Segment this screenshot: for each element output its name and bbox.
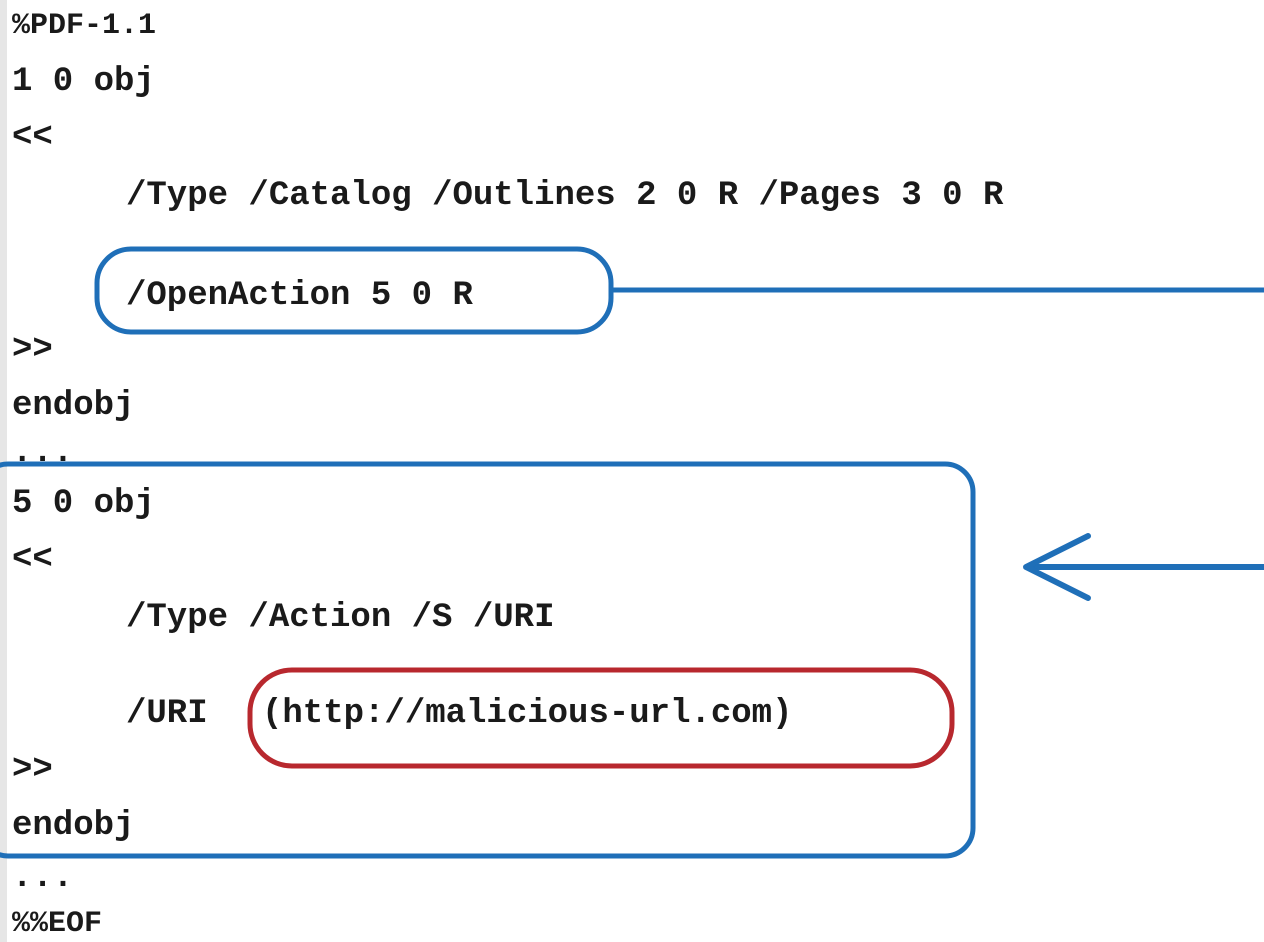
open-action-highlight (94, 246, 614, 335)
code-figure: %PDF-1.1 1 0 obj << /Type /Catalog /Outl… (0, 0, 1264, 942)
annotation-overlay (0, 246, 1264, 859)
target-object-highlight (0, 461, 976, 859)
malicious-url-highlight (247, 667, 955, 769)
